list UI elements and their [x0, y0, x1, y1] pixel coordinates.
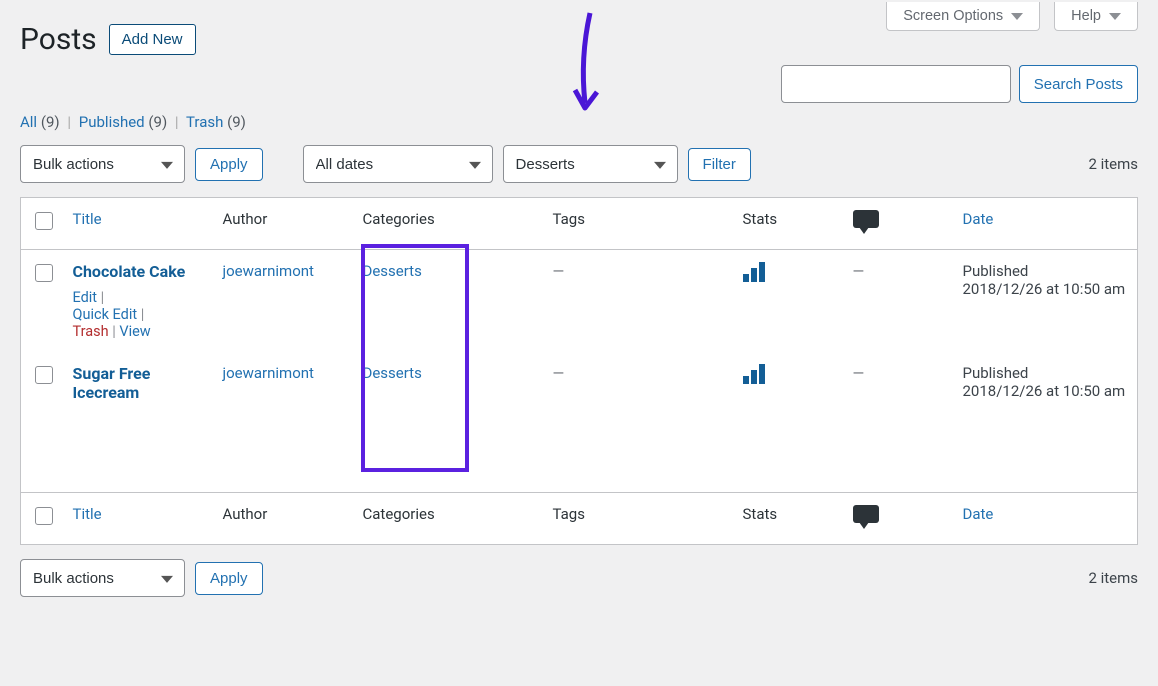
add-new-button[interactable]: Add New	[109, 24, 196, 55]
caret-down-icon	[1109, 13, 1121, 20]
row-actions: Edit | Quick Edit | Trash | View	[73, 289, 203, 340]
col-author: Author	[213, 198, 353, 250]
bulk-actions-select-bottom[interactable]: Bulk actions	[20, 559, 185, 597]
date-status: Published	[963, 364, 1029, 382]
comments-cell: —	[853, 364, 865, 382]
search-input[interactable]	[781, 65, 1011, 103]
select-all-checkbox[interactable]	[35, 212, 53, 230]
col-stats: Stats	[733, 198, 843, 250]
help-label: Help	[1071, 8, 1101, 24]
table-row: Sugar Free Icecream joewarnimont Dessert…	[21, 352, 1138, 493]
filter-button[interactable]: Filter	[688, 148, 751, 181]
view-filters: All (9) | Published (9) | Trash (9)	[20, 113, 1138, 131]
apply-bulk-button[interactable]: Apply	[195, 148, 263, 181]
page-title: Posts	[20, 22, 97, 57]
caret-down-icon	[1011, 13, 1023, 20]
table-row: Chocolate Cake Edit | Quick Edit | Trash…	[21, 250, 1138, 353]
view-link[interactable]: View	[119, 323, 150, 340]
screen-options-button[interactable]: Screen Options	[886, 2, 1040, 31]
col-categories: Categories	[353, 493, 543, 545]
category-link[interactable]: Desserts	[363, 364, 422, 382]
search-posts-button[interactable]: Search Posts	[1019, 65, 1138, 103]
trash-link[interactable]: Trash	[73, 323, 109, 340]
apply-bulk-button-bottom[interactable]: Apply	[195, 562, 263, 595]
select-all-checkbox-bottom[interactable]	[35, 507, 53, 525]
col-title[interactable]: Title	[73, 210, 102, 228]
comments-cell: —	[853, 262, 865, 280]
tags-cell: —	[553, 364, 565, 382]
col-tags: Tags	[543, 198, 733, 250]
date-status: Published	[963, 262, 1029, 280]
posts-table: Title Author Categories Tags Stats Date …	[20, 197, 1138, 545]
col-stats: Stats	[733, 493, 843, 545]
col-date[interactable]: Date	[963, 210, 994, 228]
items-count: 2 items	[1088, 155, 1138, 173]
post-title-link[interactable]: Chocolate Cake	[73, 262, 186, 281]
category-link[interactable]: Desserts	[363, 262, 422, 280]
comments-icon	[853, 210, 879, 228]
view-published-link[interactable]: Published	[79, 113, 145, 131]
col-tags: Tags	[543, 493, 733, 545]
date-value: 2018/12/26 at 10:50 am	[963, 280, 1126, 298]
col-title[interactable]: Title	[73, 505, 102, 523]
date-filter-select[interactable]: All dates	[303, 145, 493, 183]
help-button[interactable]: Help	[1054, 2, 1138, 31]
view-trash-count: (9)	[227, 113, 246, 131]
screen-options-label: Screen Options	[903, 8, 1003, 24]
row-checkbox[interactable]	[35, 264, 53, 282]
items-count-bottom: 2 items	[1088, 569, 1138, 587]
bulk-actions-select[interactable]: Bulk actions	[20, 145, 185, 183]
col-categories: Categories	[353, 198, 543, 250]
tags-cell: —	[553, 262, 565, 280]
col-author: Author	[213, 493, 353, 545]
view-all-link[interactable]: All	[20, 113, 37, 131]
view-all-count: (9)	[41, 113, 60, 131]
stats-icon[interactable]	[743, 364, 765, 384]
edit-link[interactable]: Edit	[73, 289, 98, 306]
author-link[interactable]: joewarnimont	[223, 262, 314, 280]
author-link[interactable]: joewarnimont	[223, 364, 314, 382]
view-trash-link[interactable]: Trash	[186, 113, 223, 131]
post-title-link[interactable]: Sugar Free Icecream	[73, 364, 151, 402]
category-filter-select[interactable]: Desserts	[503, 145, 678, 183]
col-date[interactable]: Date	[963, 505, 994, 523]
row-checkbox[interactable]	[35, 366, 53, 384]
comments-icon	[853, 505, 879, 523]
stats-icon[interactable]	[743, 262, 765, 282]
quick-edit-link[interactable]: Quick Edit	[73, 306, 138, 323]
view-published-count: (9)	[148, 113, 167, 131]
date-value: 2018/12/26 at 10:50 am	[963, 382, 1126, 400]
